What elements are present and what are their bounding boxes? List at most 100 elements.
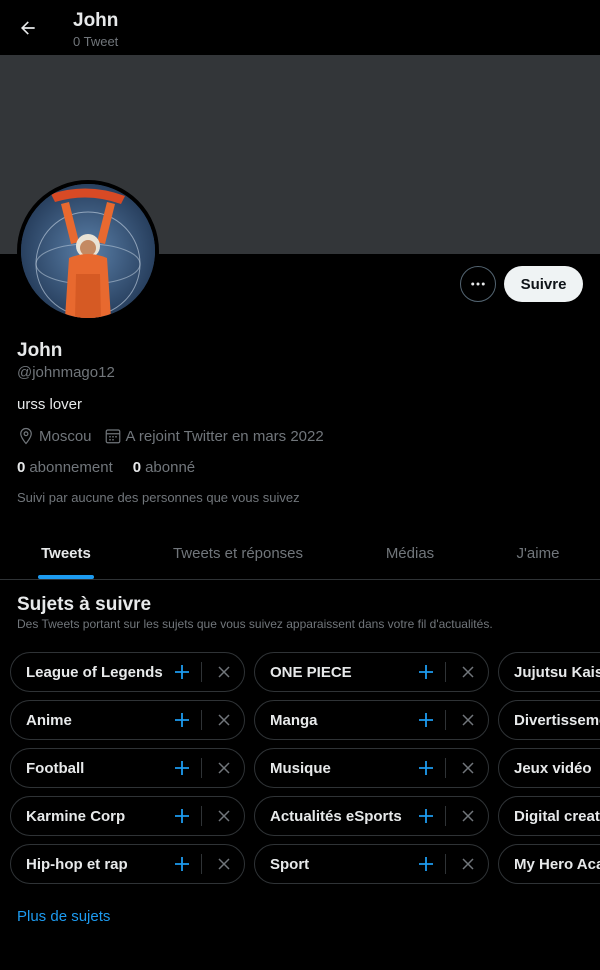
topic-label: League of Legends [26,663,163,681]
profile-handle: @johnmago12 [17,364,115,381]
topic-pill[interactable]: League of Legends [10,652,245,692]
close-icon [462,810,474,822]
topic-pill[interactable]: Anime [10,700,245,740]
topic-pill[interactable]: Actualités eSports [254,796,489,836]
close-icon [218,666,230,678]
following-number: 0 [17,459,26,476]
topic-divider [445,854,446,874]
follow-topic-button[interactable] [415,757,437,779]
dismiss-topic-button[interactable] [457,709,479,731]
back-button[interactable] [14,14,42,42]
topic-pill[interactable]: Hip-hop et rap [10,844,245,884]
follow-topic-button[interactable] [415,661,437,683]
plus-icon [419,809,433,823]
topic-label: My Hero Academia [514,855,600,873]
location: Moscou [17,427,92,445]
header-title: John [73,10,119,31]
close-icon [218,810,230,822]
topic-label: Karmine Corp [26,807,126,825]
plus-icon [175,857,189,871]
dismiss-topic-button[interactable] [213,805,235,827]
more-topics-link[interactable]: Plus de sujets [17,908,110,925]
topics-subtitle: Des Tweets portant sur les sujets que vo… [17,617,493,631]
dismiss-topic-button[interactable] [213,709,235,731]
calendar-icon [105,429,120,444]
topic-divider [445,806,446,826]
followers-label: abonné [145,459,196,476]
join-date: A rejoint Twitter en mars 2022 [104,427,324,445]
active-tab-indicator [38,575,94,579]
dismiss-topic-button[interactable] [213,853,235,875]
dismiss-topic-button[interactable] [457,757,479,779]
follow-topic-button[interactable] [171,757,193,779]
topic-pill[interactable]: Manga [254,700,489,740]
followed-by-text: Suivi par aucune des personnes que vous … [17,490,300,505]
topic-divider [201,710,202,730]
topic-pill[interactable]: Sport [254,844,489,884]
follow-topic-button[interactable] [415,709,437,731]
follow-topic-button[interactable] [171,709,193,731]
dismiss-topic-button[interactable] [457,853,479,875]
plus-icon [175,761,189,775]
profile-meta: Moscou A rejoint Twitter en mars 2022 [17,427,336,445]
topic-pill[interactable]: Divertissement [498,700,600,740]
topic-divider [201,758,202,778]
dismiss-topic-button[interactable] [213,661,235,683]
location-pin-icon [20,427,32,445]
tab-tweets[interactable]: Tweets [0,527,132,579]
follow-topic-button[interactable] [171,853,193,875]
topic-pill[interactable]: Jujutsu Kaisen [498,652,600,692]
close-icon [462,858,474,870]
topic-label: Manga [270,711,318,729]
topic-pill[interactable]: Musique [254,748,489,788]
topic-grid: League of Legends Anime Football Karmine Co… [10,652,600,888]
topic-label: ONE PIECE [270,663,352,681]
following-count[interactable]: 0 abonnement [17,459,113,476]
tab-tweets-replies[interactable]: Tweets et réponses [132,527,344,579]
profile-tabs: Tweets Tweets et réponses Médias J'aime [0,527,600,580]
profile-header: John 0 Tweet [0,0,600,55]
more-dots-icon [471,282,485,286]
topic-pill[interactable]: Karmine Corp [10,796,245,836]
avatar[interactable] [17,180,159,322]
plus-icon [175,713,189,727]
close-icon [462,714,474,726]
topic-pill[interactable]: Football [10,748,245,788]
plus-icon [175,665,189,679]
close-icon [462,666,474,678]
topic-pill[interactable]: My Hero Academia [498,844,600,884]
follow-topic-button[interactable] [415,853,437,875]
topic-label: Digital creators [514,807,600,825]
close-icon [462,762,474,774]
followers-number: 0 [132,459,142,476]
follow-button[interactable]: Suivre [504,266,583,302]
tab-media[interactable]: Médias [344,527,476,579]
dismiss-topic-button[interactable] [457,805,479,827]
profile-name: John [17,340,63,361]
topic-label: Sport [270,855,310,873]
topic-divider [445,758,446,778]
follow-topic-button[interactable] [415,805,437,827]
topic-pill[interactable]: Digital creators [498,796,600,836]
topic-label: Jeux vidéo [514,759,592,777]
topic-divider [445,710,446,730]
topic-label: Anime [26,711,72,729]
close-icon [218,858,230,870]
dismiss-topic-button[interactable] [213,757,235,779]
topic-pill[interactable]: ONE PIECE [254,652,489,692]
follow-counts: 0 abonnement 0 abonné [17,459,215,476]
topic-divider [201,662,202,682]
plus-icon [419,713,433,727]
plus-icon [175,809,189,823]
topic-label: Actualités eSports [270,807,402,825]
header-tweet-count: 0 Tweet [73,34,119,49]
dismiss-topic-button[interactable] [457,661,479,683]
tab-likes[interactable]: J'aime [476,527,600,579]
topic-divider [201,854,202,874]
topic-pill[interactable]: Jeux vidéo [498,748,600,788]
follow-topic-button[interactable] [171,805,193,827]
more-options-button[interactable] [460,266,496,302]
follow-topic-button[interactable] [171,661,193,683]
topic-label: Divertissement [514,711,600,729]
followers-count[interactable]: 0 abonné [133,459,195,476]
